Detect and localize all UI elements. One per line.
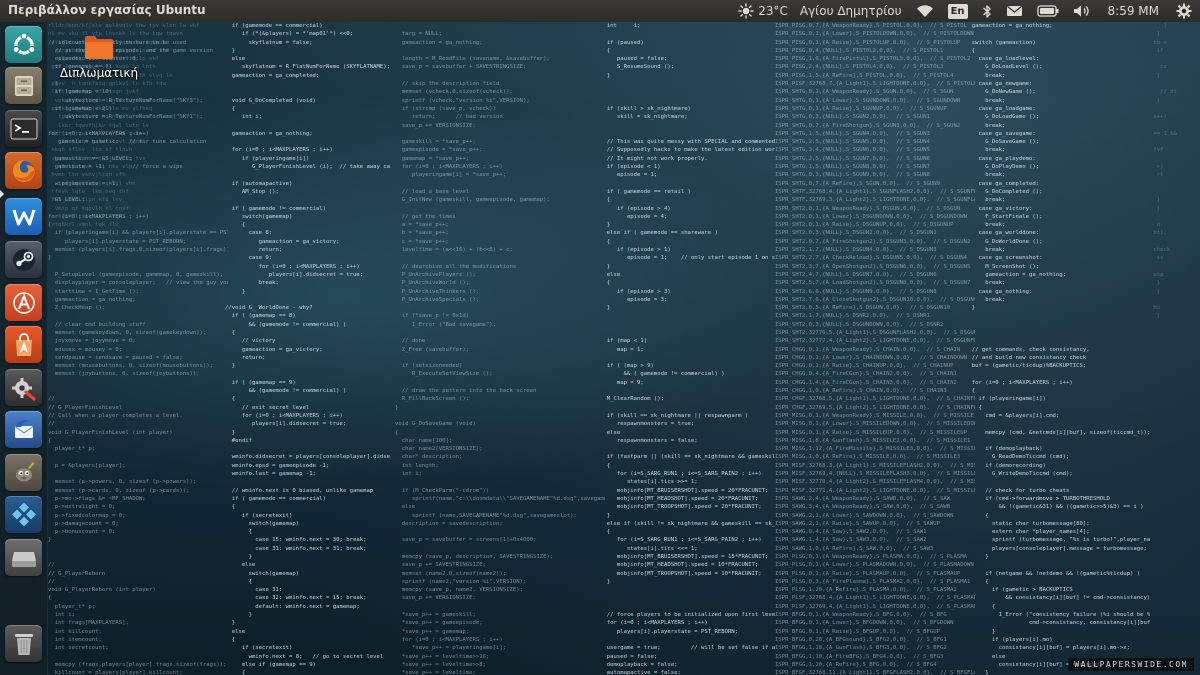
desktop-wallpaper: rlldc/enn/kf|slv qvlkvqlv thw tyv vlsn l… <box>0 22 1200 675</box>
weather-sun-icon <box>738 3 754 19</box>
wallpaper-code-texture: int i; if (paused) { paused = false; S_R… <box>606 23 775 675</box>
launcher-item-writer[interactable] <box>5 198 42 235</box>
indicator-area: 23°C Αγίου Δημητρίου En 8:59 MM <box>731 0 1200 22</box>
launcher-item-firefox[interactable] <box>5 152 42 189</box>
kodi-icon <box>10 501 38 529</box>
shopping-bag-icon <box>11 331 37 359</box>
a-letter-circle-icon <box>10 289 38 317</box>
launcher-item-files[interactable] <box>5 67 42 104</box>
launcher <box>0 22 48 675</box>
clock[interactable]: 8:59 MM <box>1098 0 1169 22</box>
network-indicator[interactable] <box>909 0 941 22</box>
keyboard-layout-indicator[interactable]: En <box>941 0 975 22</box>
session-indicator[interactable] <box>1169 0 1200 22</box>
terminal-icon <box>10 117 38 141</box>
folder-icon <box>84 34 114 64</box>
launcher-item-dash[interactable] <box>5 26 42 63</box>
steam-icon <box>10 246 38 274</box>
mail-icon <box>1006 5 1023 17</box>
power-gear-icon <box>1176 3 1192 19</box>
ubuntu-logo-icon <box>11 31 37 58</box>
wallpaper-code-texture: if (gamemode == commercial) if (*(&playe… <box>225 23 390 675</box>
wallpaper-watermark: WALLPAPERSWIDE.COM <box>1068 658 1194 671</box>
firefox-icon <box>10 157 38 185</box>
launcher-item-thunderbird[interactable] <box>5 411 42 448</box>
launcher-item-terminal[interactable] <box>5 110 42 147</box>
volume-icon <box>1073 4 1091 18</box>
launcher-item-system-settings[interactable] <box>5 369 42 406</box>
desktop-folder[interactable]: Διπλωματική <box>58 34 140 80</box>
wallpaper-code-texture: // idlcounter the stly texture to be use… <box>48 39 228 675</box>
top-panel: Περιβάλλον εργασίας Ubuntu 23°C Αγίου Δη… <box>0 0 1200 22</box>
file-cabinet-icon <box>11 73 37 99</box>
launcher-item-trash[interactable] <box>5 625 42 662</box>
thunderbird-icon <box>10 416 38 444</box>
launcher-item-app-center[interactable] <box>5 284 42 321</box>
messaging-indicator[interactable] <box>999 0 1030 22</box>
bluetooth-icon <box>982 4 992 19</box>
gear-wrench-icon <box>10 374 38 402</box>
battery-indicator[interactable] <box>1030 0 1066 22</box>
hard-drive-icon <box>10 546 38 570</box>
window-title: Περιβάλλον εργασίας Ubuntu <box>8 3 206 17</box>
launcher-item-gimp[interactable] <box>5 454 42 491</box>
weather-location: Αγίου Δημητρίου <box>799 4 902 18</box>
weather-indicator[interactable]: 23°C Αγίου Δημητρίου <box>731 0 908 22</box>
launcher-item-kodi[interactable] <box>5 496 42 533</box>
wifi-icon <box>916 4 934 18</box>
weather-temperature: 23°C <box>758 4 788 18</box>
wallpaper-code-texture: } } tb-> if cz } // dt } i++) == 1 && fv… <box>1153 23 1177 320</box>
wallpaper-code-texture: targ = NULL; gameaction = ga_nothing; le… <box>395 31 605 675</box>
bluetooth-indicator[interactable] <box>975 0 999 22</box>
trash-icon <box>12 630 36 658</box>
desktop-folder-label: Διπλωματική <box>59 66 139 80</box>
launcher-item-drive[interactable] <box>5 539 42 576</box>
w-letter-icon <box>11 204 37 230</box>
sound-indicator[interactable] <box>1066 0 1098 22</box>
battery-icon <box>1036 5 1059 17</box>
launcher-item-software-center[interactable] <box>5 326 42 363</box>
keyboard-layout-label: En <box>947 3 968 19</box>
gimp-icon <box>10 459 38 487</box>
wallpaper-code-texture: ISPR_PISG,0,7,{A_WeaponReady},S_PISTOL,0… <box>775 23 975 675</box>
wallpaper-code-texture: gameaction = ga_nothing; switch (gameact… <box>971 23 1150 675</box>
launcher-item-steam[interactable] <box>5 241 42 278</box>
running-indicator <box>0 190 4 198</box>
